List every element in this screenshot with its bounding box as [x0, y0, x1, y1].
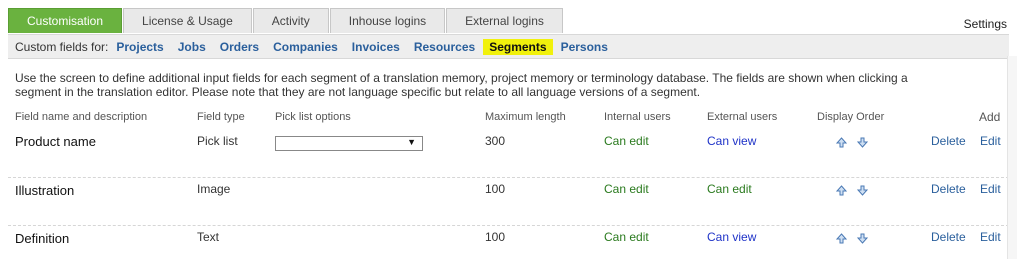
move-down-icon[interactable]	[857, 185, 868, 196]
move-down-icon[interactable]	[857, 137, 868, 148]
header-internal-users: Internal users	[604, 111, 671, 123]
row-1-pick-list-select[interactable]: ▼	[275, 136, 423, 151]
settings-link[interactable]: Settings	[964, 17, 1007, 31]
custom-fields-label: Custom fields for:	[15, 39, 109, 54]
move-up-icon[interactable]	[836, 137, 847, 148]
header-external-users: External users	[707, 111, 778, 123]
cf-link-orders[interactable]: Orders	[220, 40, 259, 54]
row-3-type: Text	[197, 230, 220, 244]
header-field-name: Field name and description	[15, 111, 148, 123]
header-field-type: Field type	[197, 111, 245, 123]
main-tabs: Customisation License & Usage Activity I…	[8, 8, 564, 34]
cf-link-companies[interactable]: Companies	[273, 40, 338, 54]
row-divider	[8, 225, 1009, 226]
row-1-delete-link[interactable]: Delete	[931, 134, 966, 148]
header-pick-list: Pick list options	[275, 111, 351, 123]
tab-external-logins[interactable]: External logins	[446, 8, 563, 33]
row-2-name: Illustration	[15, 183, 75, 198]
cf-link-segments[interactable]: Segments	[483, 38, 553, 55]
move-up-icon[interactable]	[836, 233, 847, 244]
row-3-internal-permission: Can edit	[604, 230, 649, 244]
row-2-type: Image	[197, 182, 231, 196]
row-3-max-length: 100	[485, 230, 506, 244]
row-3-delete-link[interactable]: Delete	[931, 230, 966, 244]
row-1-max-length: 300	[485, 134, 506, 148]
tab-inhouse-logins[interactable]: Inhouse logins	[329, 8, 446, 33]
row-3-name: Definition	[15, 231, 70, 246]
tab-license-usage[interactable]: License & Usage	[123, 8, 252, 33]
row-1-type: Pick list	[197, 134, 238, 148]
dropdown-arrow-icon: ▼	[407, 137, 416, 147]
cf-link-persons[interactable]: Persons	[561, 40, 608, 54]
cf-link-projects[interactable]: Projects	[116, 40, 163, 54]
custom-fields-bar: Custom fields for: Projects Jobs Orders …	[8, 34, 1009, 59]
header-display-order: Display Order	[817, 111, 885, 123]
row-2-edit-link[interactable]: Edit	[980, 182, 1001, 196]
row-1-internal-permission: Can edit	[604, 134, 649, 148]
header-max-length: Maximum length	[485, 111, 566, 123]
tab-customisation[interactable]: Customisation	[8, 8, 123, 33]
move-down-icon[interactable]	[857, 233, 868, 244]
vertical-scrollbar[interactable]	[1007, 56, 1017, 259]
page-description: Use the screen to define additional inpu…	[15, 71, 908, 99]
cf-link-resources[interactable]: Resources	[414, 40, 475, 54]
row-1-edit-link[interactable]: Edit	[980, 134, 1001, 148]
cf-link-invoices[interactable]: Invoices	[352, 40, 400, 54]
row-3-external-permission: Can view	[707, 230, 757, 244]
cf-link-jobs[interactable]: Jobs	[178, 40, 206, 54]
row-2-external-permission: Can edit	[707, 182, 752, 196]
move-up-icon[interactable]	[836, 185, 847, 196]
row-2-internal-permission: Can edit	[604, 182, 649, 196]
add-link[interactable]: Add	[979, 110, 1000, 124]
row-1-external-permission: Can view	[707, 134, 757, 148]
tab-activity[interactable]: Activity	[252, 8, 329, 33]
row-1-name: Product name	[15, 134, 96, 149]
row-2-delete-link[interactable]: Delete	[931, 182, 966, 196]
row-3-edit-link[interactable]: Edit	[980, 230, 1001, 244]
row-2-max-length: 100	[485, 182, 506, 196]
row-divider	[8, 177, 1009, 178]
